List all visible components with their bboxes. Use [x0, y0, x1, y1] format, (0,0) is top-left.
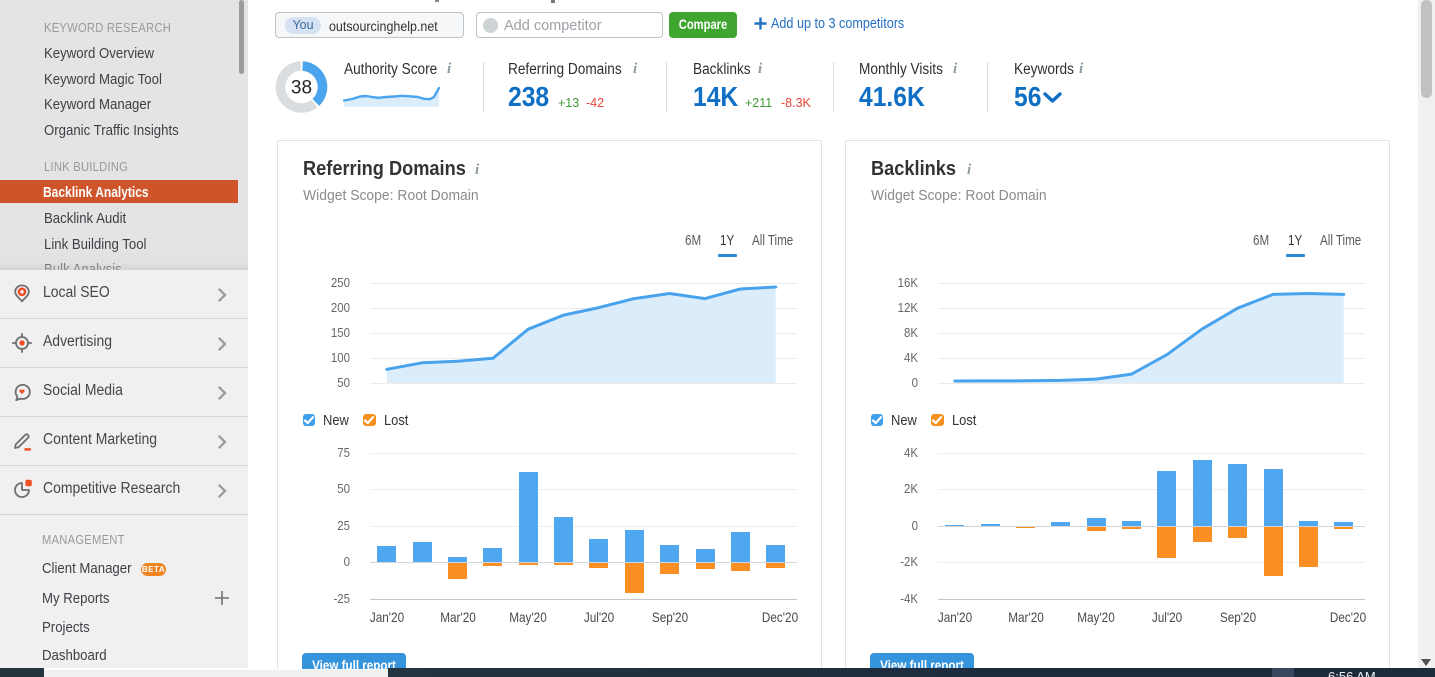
svg-text:38: 38: [291, 78, 312, 99]
